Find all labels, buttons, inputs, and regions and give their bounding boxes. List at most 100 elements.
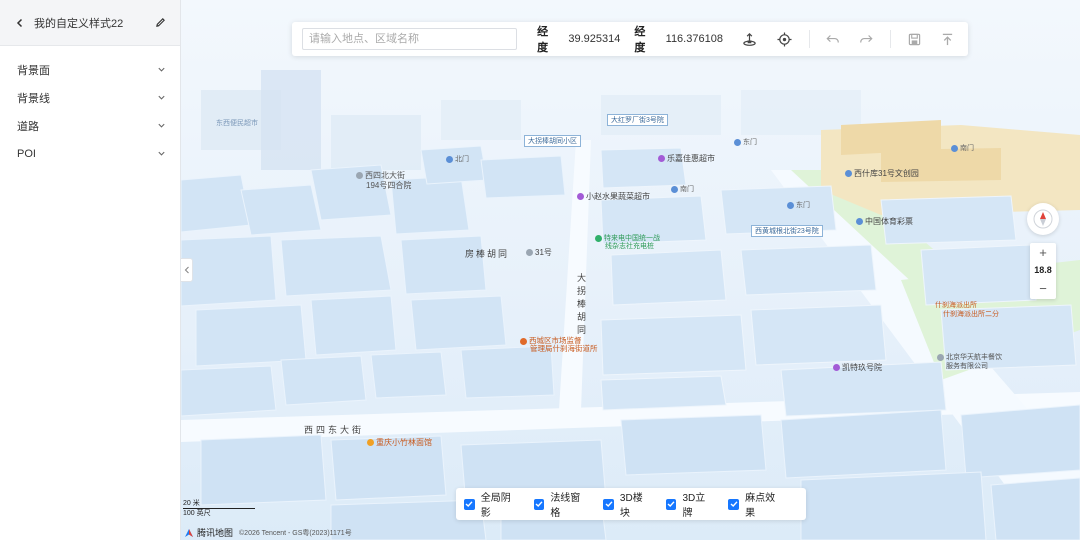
coord-label: 经度	[537, 26, 549, 54]
location-search-input[interactable]	[302, 28, 518, 50]
style-category-list: 背景面 背景线 道路 POI	[0, 46, 180, 168]
category-label: 背景线	[17, 93, 50, 105]
poi-label: 什刹海派出所二分	[943, 311, 999, 318]
sidebar-collapse-handle[interactable]	[181, 258, 193, 282]
category-label: POI	[17, 148, 36, 160]
scale-imperial: 100 英尺	[183, 510, 211, 517]
poi-label[interactable]: 西什库31号文创园	[845, 168, 919, 179]
compass-control[interactable]	[1027, 203, 1059, 235]
category-background-line[interactable]: 背景线	[0, 84, 180, 112]
map-tag[interactable]: 西黄城根北街23号院	[751, 225, 823, 237]
toggle-label: 全局阴影	[480, 493, 511, 519]
category-poi[interactable]: POI	[0, 140, 180, 168]
poi-shop-icon	[658, 155, 665, 163]
poi-government-icon	[520, 337, 527, 345]
zoom-out-button[interactable]: −	[1030, 279, 1056, 297]
poi-building-icon	[526, 249, 533, 257]
coord-value: 116.376108	[665, 33, 723, 45]
map-attribution: 腾讯地图 ©2026 Tencent - GS粤(2023)1171号	[184, 526, 352, 539]
poi-label[interactable]: 31号	[526, 247, 552, 258]
category-background-area[interactable]: 背景面	[0, 56, 180, 84]
logo-text: 腾讯地图	[197, 528, 234, 538]
poi-label[interactable]: 凯特玖号院	[833, 362, 882, 373]
save-icon[interactable]	[903, 28, 924, 50]
locate-crosshair-icon[interactable]	[774, 28, 795, 50]
checkbox-checked-icon[interactable]	[533, 498, 545, 510]
toggle-label: 3D立牌	[682, 493, 706, 519]
toggle-dot-effect[interactable]: 麻点效果	[728, 489, 784, 519]
toggle-3d-buildings[interactable]: 3D楼块	[603, 489, 652, 519]
poi-company-icon	[937, 353, 944, 361]
poi-label[interactable]: 东西便民超市	[216, 118, 258, 128]
poi-building-icon	[356, 172, 363, 180]
checkbox-checked-icon[interactable]	[603, 498, 614, 510]
coord-value: 39.925314	[568, 33, 621, 45]
poi-gate-icon	[734, 138, 741, 146]
poi-shop-icon	[577, 193, 584, 201]
poi-charging-icon	[595, 234, 602, 242]
sidebar-header: 我的自定义样式22	[0, 0, 180, 46]
poi-restaurant-icon	[367, 439, 374, 447]
back-icon[interactable]	[12, 15, 28, 31]
undo-icon[interactable]	[822, 28, 843, 50]
toolbar-divider	[808, 30, 810, 48]
sidebar: 我的自定义样式22 背景面 背景线 道路 POI	[0, 0, 181, 540]
tencent-map-logo-icon	[185, 528, 193, 537]
poi-label[interactable]: 北门	[446, 154, 469, 164]
poi-gate-icon	[951, 144, 958, 152]
poi-label: 服务有限公司	[946, 363, 988, 370]
style-title: 我的自定义样式22	[34, 17, 124, 30]
map-tag[interactable]: 大拐棒胡同小区	[524, 135, 581, 147]
map-scale: 20 米 100 英尺	[183, 499, 255, 518]
poi-label[interactable]: 东门	[734, 137, 757, 147]
poi-label[interactable]: 乐嘉佳惠超市	[658, 153, 715, 164]
checkbox-checked-icon[interactable]	[464, 498, 475, 510]
zoom-level: 18.8	[1034, 265, 1052, 275]
road-label: 房棒胡同	[465, 249, 510, 259]
coord-label: 经度	[634, 26, 646, 54]
chevron-down-icon	[157, 91, 166, 105]
poi-gate-icon	[787, 201, 794, 209]
poi-building-icon	[845, 170, 852, 178]
checkbox-checked-icon[interactable]	[665, 498, 677, 510]
poi-label[interactable]: 南门	[671, 184, 694, 194]
compass-icon	[1033, 209, 1053, 229]
copyright-text: ©2026 Tencent - GS粤(2023)1171号	[239, 529, 352, 537]
category-label: 背景面	[17, 65, 50, 77]
poi-label[interactable]: 东门	[787, 200, 810, 210]
map-canvas[interactable]: 大红罗厂街3号院 大拐棒胡同小区 西黄城根北街23号院 北门 东门 东门 南门 …	[181, 0, 1080, 540]
toolbar-divider	[890, 30, 892, 48]
poi-label: 管理局什刹海街道所	[530, 344, 598, 353]
toggle-global-shadow[interactable]: 全局阴影	[464, 489, 520, 519]
category-road[interactable]: 道路	[0, 112, 180, 140]
road-label: 西四东大街	[304, 425, 365, 435]
scale-metric: 20 米	[183, 500, 200, 507]
map-3d-scene	[181, 70, 1080, 540]
publish-icon[interactable]	[937, 28, 958, 50]
chevron-down-icon	[157, 63, 166, 77]
poi-label: 线杂志社充电桩	[605, 243, 654, 250]
chevron-down-icon	[157, 119, 166, 133]
pick-location-icon[interactable]	[738, 28, 759, 50]
map-toolbar: 经度 39.925314 经度 116.376108	[292, 22, 968, 56]
zoom-in-button[interactable]: +	[1030, 243, 1056, 261]
toggle-3d-signs[interactable]: 3D立牌	[665, 489, 715, 519]
zoom-control: + 18.8 −	[1030, 243, 1056, 299]
edit-pencil-icon[interactable]	[152, 15, 168, 31]
poi-lottery-icon	[856, 218, 863, 226]
checkbox-checked-icon[interactable]	[728, 498, 740, 510]
road-label-vertical: 大拐棒胡同	[577, 273, 587, 335]
poi-gate-icon	[446, 155, 453, 163]
map-tag[interactable]: 大红罗厂街3号院	[607, 114, 668, 126]
poi-label: 194号四合院	[366, 181, 412, 190]
poi-gate-icon	[671, 185, 678, 193]
poi-label[interactable]: 中国体育彩票	[856, 216, 913, 227]
poi-label[interactable]: 重庆小竹林面馆	[367, 437, 432, 448]
layer-toggle-bar: 全局阴影 法线窗格 3D楼块 3D立牌 麻点效果	[456, 488, 806, 520]
redo-icon[interactable]	[855, 28, 876, 50]
chevron-down-icon	[157, 147, 166, 161]
poi-label[interactable]: 南门	[951, 143, 974, 153]
toggle-normal-window[interactable]: 法线窗格	[533, 489, 590, 519]
toggle-label: 麻点效果	[745, 493, 776, 519]
poi-label[interactable]: 小赵水果蔬菜超市	[577, 191, 650, 202]
